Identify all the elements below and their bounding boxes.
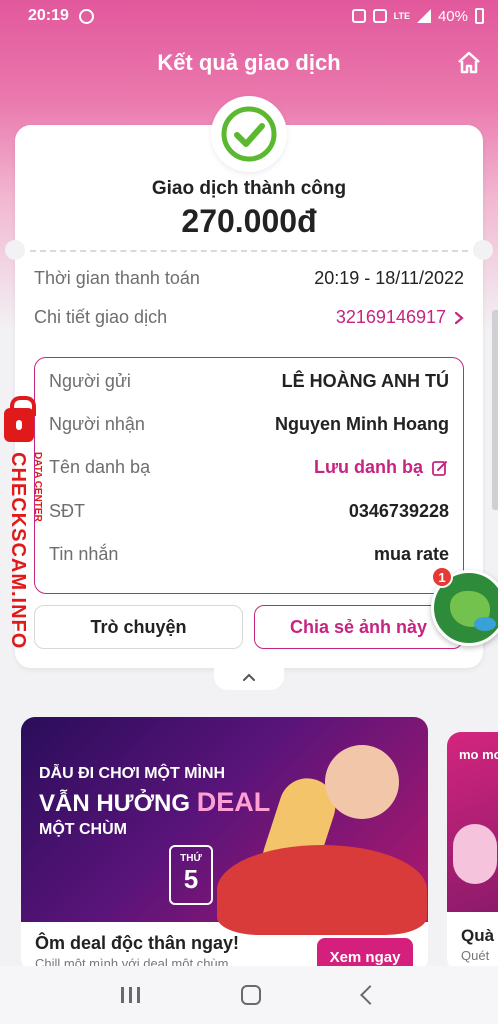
- promo-card-2[interactable]: mo mo Quà Quét: [447, 732, 498, 972]
- transaction-id-link[interactable]: 32169146917: [336, 307, 464, 328]
- edge-panel-handle[interactable]: [492, 310, 498, 510]
- promo-2-title: Quà: [461, 926, 495, 945]
- promo-banner-image: DẪU ĐI CHƠI MỘT MÌNH VẪN HƯỞNG DEAL MỘT …: [21, 717, 428, 935]
- transaction-detail-row[interactable]: Chi tiết giao dịch 32169146917: [34, 307, 464, 328]
- status-bar: 20:19 LTE 40%: [0, 0, 498, 32]
- battery-text: 40%: [437, 7, 468, 25]
- recent-apps-button[interactable]: [120, 987, 140, 1003]
- sender-value: LÊ HOÀNG ANH TÚ: [281, 371, 449, 391]
- chat-button[interactable]: Trò chuyện: [34, 605, 243, 649]
- transaction-detail-label: Chi tiết giao dịch: [34, 307, 168, 327]
- message-row: Tin nhắn mua rate: [49, 544, 449, 565]
- transfer-info-box: Người gửi LÊ HOÀNG ANH TÚ Người nhận Ngu…: [34, 357, 464, 594]
- mascot-graphic: [453, 824, 497, 884]
- recent-apps-icon: [120, 987, 124, 1003]
- sender-label: Người gửi: [49, 371, 131, 391]
- promo-2-banner-image: mo mo: [447, 732, 498, 912]
- check-circle-icon: [221, 106, 277, 162]
- bowl-graphic: [217, 845, 427, 935]
- card-notch-right: [473, 240, 493, 260]
- sender-row: Người gửi LÊ HOÀNG ANH TÚ: [49, 371, 449, 392]
- home-nav-button[interactable]: [241, 985, 262, 1005]
- home-icon: [458, 51, 480, 74]
- banner-line-2-text: VẪN HƯỞNG: [39, 790, 191, 817]
- back-button[interactable]: [360, 985, 381, 1005]
- dashed-divider: [30, 250, 468, 252]
- banner-line-1: DẪU ĐI CHƠI MỘT MÌNH: [39, 765, 226, 782]
- transaction-amount: 270.000đ: [181, 203, 317, 239]
- messenger-icon: [78, 8, 94, 24]
- chevron-up-icon: [243, 673, 255, 681]
- chevron-right-icon: [454, 311, 464, 324]
- status-time: 20:19: [28, 7, 69, 24]
- day-number: 5: [183, 864, 199, 894]
- receiver-value: Nguyen Minh Hoang: [275, 414, 449, 434]
- banner-deal-text: DEAL: [196, 787, 271, 817]
- phone-row: SĐT 0346739228: [49, 501, 449, 522]
- promo-2-subtitle: Quét: [461, 948, 490, 963]
- home-button[interactable]: [456, 50, 482, 76]
- watermark-subtext: DATA CENTER: [32, 452, 43, 522]
- network-type: LTE: [393, 10, 410, 21]
- promo-card[interactable]: DẪU ĐI CHƠI MỘT MÌNH VẪN HƯỞNG DEAL MỘT …: [21, 717, 428, 972]
- transaction-status: Giao dịch thành công: [151, 178, 347, 199]
- transaction-id: 32169146917: [335, 307, 446, 327]
- watermark-text: CHECKSCAM.INFO: [7, 452, 29, 650]
- banner-line-2: VẪN HƯỞNG DEAL: [39, 787, 270, 818]
- page-title: Kết quả giao dịch: [157, 50, 341, 75]
- contact-row: Tên danh bạ Lưu danh bạ: [49, 457, 449, 478]
- notification-badge: 1: [431, 566, 453, 588]
- receiver-label: Người nhận: [49, 414, 145, 434]
- promo-title: Ôm deal độc thân ngay!: [35, 933, 240, 953]
- collapse-toggle[interactable]: [214, 664, 284, 690]
- map-sea-icon: [474, 617, 496, 631]
- save-contact-link[interactable]: Lưu danh bạ: [314, 457, 449, 478]
- momo-logo: mo mo: [459, 747, 498, 762]
- message-value: mua rate: [373, 544, 449, 564]
- contact-label: Tên danh bạ: [49, 457, 151, 477]
- success-badge: [211, 96, 287, 172]
- system-nav-bar: [0, 966, 498, 1024]
- signal-icon: [416, 9, 431, 23]
- payment-time-value: 20:19 - 18/11/2022: [314, 268, 464, 288]
- phone-value: 0346739228: [348, 501, 449, 521]
- battery-icon: [475, 8, 484, 24]
- mute-icon: [372, 9, 387, 23]
- day-label: THỨ: [180, 853, 202, 864]
- watermark: CHECKSCAM.INFO DATA CENTER: [2, 396, 60, 650]
- banner-line-3: MỘT CHÙM: [39, 821, 127, 838]
- payment-time-row: Thời gian thanh toán 20:19 - 18/11/2022: [34, 268, 464, 289]
- woman-graphic: [325, 745, 399, 819]
- card-notch-left: [5, 240, 25, 260]
- lock-icon: [4, 396, 36, 442]
- day-badge: THỨ 5: [169, 845, 213, 905]
- alarm-icon: [351, 9, 366, 23]
- edit-icon: [432, 460, 447, 476]
- receiver-row: Người nhận Nguyen Minh Hoang: [49, 414, 449, 435]
- save-contact-text: Lưu danh bạ: [313, 457, 423, 477]
- payment-time-label: Thời gian thanh toán: [34, 268, 200, 288]
